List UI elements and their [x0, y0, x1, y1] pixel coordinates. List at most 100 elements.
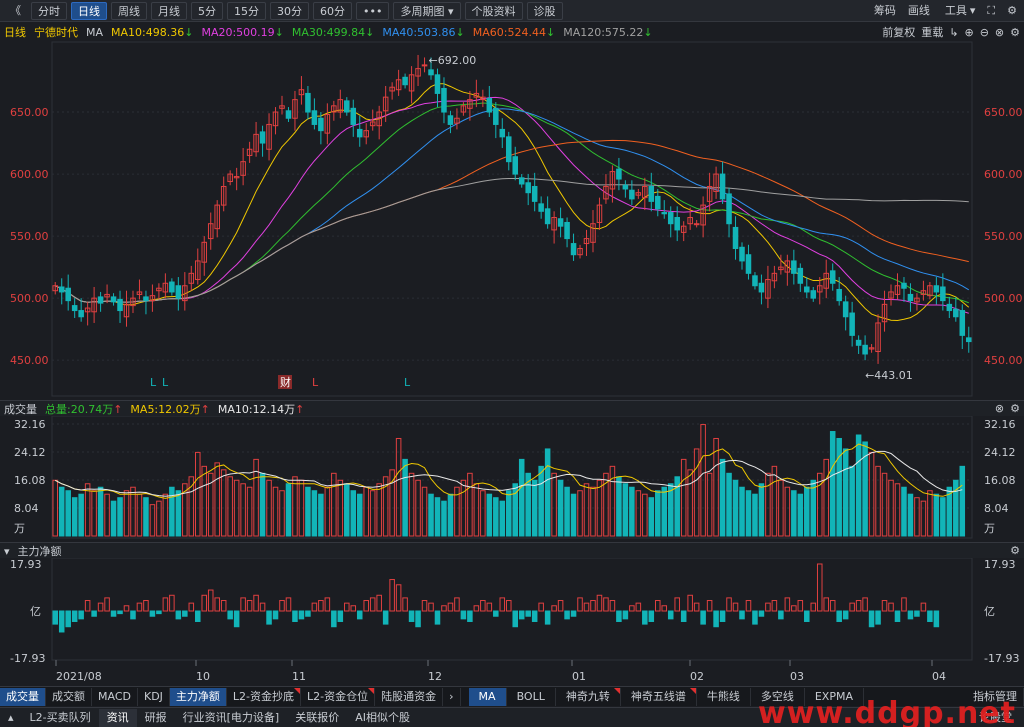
- overlay-tab-2[interactable]: 神奇九转: [556, 687, 621, 706]
- candlestick-chart[interactable]: 650.00 650.00 600.00 600.00 550.00 550.00 500.…: [0, 40, 1024, 400]
- volume-chart[interactable]: 32.16 32.16 24.12 24.12 16.08 16.08 8.04 8.04 万 万: [0, 416, 1024, 540]
- bottom-tab-0[interactable]: L2-买卖队列: [22, 709, 99, 727]
- flow-bar: [363, 600, 369, 612]
- settings-icon[interactable]: ⚙: [1010, 26, 1020, 39]
- volume-tick-right: 8.04: [984, 502, 1009, 515]
- flow-bar: [71, 610, 78, 622]
- adjust-button[interactable]: 前复权: [882, 24, 915, 40]
- event-marker[interactable]: L: [404, 376, 411, 389]
- period-button-0[interactable]: 分时: [31, 1, 67, 20]
- close-icon[interactable]: ⊗: [995, 402, 1004, 415]
- period-button-6[interactable]: 30分: [270, 1, 309, 20]
- settings-icon[interactable]: ⚙: [1010, 402, 1020, 415]
- flow-bar: [97, 602, 104, 612]
- collapse-icon[interactable]: ▾: [4, 545, 10, 558]
- flow-bar: [415, 610, 421, 628]
- toolbar-right: 筹码 画线 工具 ▾ ⛶ ⚙: [871, 2, 1020, 20]
- stock-info-button[interactable]: 个股资料: [464, 1, 523, 20]
- volume-bar: [331, 472, 337, 537]
- chevron-down-icon: ▾: [447, 4, 454, 18]
- volume-bar: [745, 490, 752, 537]
- fullscreen-icon[interactable]: ⛶: [984, 2, 998, 20]
- event-marker[interactable]: 财: [280, 375, 291, 389]
- indicator-tab-4[interactable]: 主力净额: [169, 687, 227, 706]
- indicator-tab-1[interactable]: 成交额: [46, 687, 92, 706]
- flow-bar: [564, 610, 570, 620]
- flow-bar: [156, 610, 162, 615]
- flow-bar: [285, 597, 292, 612]
- volume-bar: [143, 497, 149, 537]
- multi-period-dropdown[interactable]: 多周期图 ▾: [393, 1, 461, 20]
- flow-bar: [473, 605, 480, 612]
- settings-icon[interactable]: ⚙: [1004, 2, 1020, 20]
- ma-value: MA20:500.19: [201, 25, 275, 39]
- flow-bar: [65, 610, 71, 628]
- candle-body: [940, 286, 946, 302]
- close-icon[interactable]: ⊗: [995, 26, 1004, 39]
- candle-body: [693, 223, 700, 226]
- collapse-bottom-icon[interactable]: ▴: [0, 709, 22, 727]
- zoom-in-icon[interactable]: ⊕: [964, 26, 973, 39]
- indicator-tab-2[interactable]: MACD: [92, 687, 138, 706]
- candle-body: [829, 270, 836, 284]
- down-arrow-icon: ↓: [365, 25, 375, 39]
- event-marker[interactable]: L: [312, 376, 319, 389]
- period-button-5[interactable]: 15分: [227, 1, 266, 20]
- flow-bar: [823, 597, 829, 612]
- flow-bar: [117, 610, 123, 615]
- indicator-tab-0[interactable]: 成交量: [0, 687, 46, 706]
- indicator-tab-6[interactable]: L2-资金仓位: [301, 687, 376, 706]
- price-tick-right: 600.00: [984, 168, 1023, 181]
- bottom-tab-3[interactable]: 行业资讯[电力设备]: [175, 709, 288, 727]
- candle-body: [855, 339, 862, 346]
- zoom-out-icon[interactable]: ⊖: [980, 26, 989, 39]
- indicator-tab-3[interactable]: KDJ: [138, 687, 170, 706]
- overlay-tab-4[interactable]: 牛熊线: [697, 687, 751, 706]
- indicator-tab-7[interactable]: 陆股通资金: [375, 687, 444, 706]
- flow-title: 主力净额: [17, 545, 62, 558]
- diagnose-button[interactable]: 诊股: [526, 1, 563, 20]
- period-button-3[interactable]: 月线: [151, 1, 187, 20]
- volume-bar: [149, 504, 156, 537]
- chip-button[interactable]: 筹码: [871, 2, 899, 20]
- bottom-tab-2[interactable]: 研报: [137, 709, 175, 727]
- ma-label[interactable]: MA: [86, 26, 103, 39]
- candle-body: [667, 212, 674, 225]
- indicator-tabs: 成交量 成交额 MACD KDJ 主力净额 L2-资金抄底 L2-资金仓位 陆股通资金: [0, 687, 444, 706]
- bottom-tab-1[interactable]: 资讯: [98, 708, 137, 727]
- remove-icon[interactable]: ↳: [949, 26, 958, 39]
- period-button-2[interactable]: 周线: [111, 1, 147, 20]
- back-button[interactable]: 《: [4, 2, 27, 20]
- bottom-tab-5[interactable]: AI相似个股: [347, 709, 418, 727]
- period-group: 分时 日线 周线 月线 5分 15分 30分 60分: [27, 1, 352, 20]
- candle-body: [564, 221, 570, 240]
- stock-name: 宁德时代: [34, 26, 78, 39]
- candle-body: [71, 305, 78, 312]
- flow-bar: [454, 597, 460, 612]
- main-flow-chart[interactable]: 17.93 17.93 亿 亿 -17.93 -17.93 2021/08 10 11 12 01…: [0, 558, 1024, 686]
- price-tick-left: 600.00: [10, 168, 49, 181]
- next-tabs-icon[interactable]: ›: [443, 687, 461, 706]
- draw-line-button[interactable]: 画线: [905, 2, 933, 20]
- candle-body: [655, 195, 661, 210]
- tools-button[interactable]: 工具 ▾: [939, 2, 979, 20]
- period-button-7[interactable]: 60分: [313, 1, 352, 20]
- overlay-button[interactable]: 重载: [921, 24, 943, 40]
- flow-bar: [661, 605, 668, 612]
- event-marker[interactable]: L: [150, 376, 157, 389]
- indicator-tab-5[interactable]: L2-资金抄底: [227, 687, 302, 706]
- more-button[interactable]: •••: [356, 1, 390, 20]
- flow-bar: [84, 600, 91, 612]
- bottom-tab-4[interactable]: 关联报价: [287, 709, 347, 727]
- settings-icon[interactable]: ⚙: [1010, 544, 1020, 557]
- candle-body: [117, 298, 123, 312]
- period-button-4[interactable]: 5分: [191, 1, 223, 20]
- period-button-1[interactable]: 日线: [71, 1, 107, 20]
- overlay-tab-1[interactable]: BOLL: [507, 687, 556, 706]
- flow-bar: [421, 600, 428, 612]
- event-marker[interactable]: L: [162, 376, 169, 389]
- volume-bar: [505, 490, 512, 537]
- overlay-tab-3[interactable]: 神奇五线谱: [621, 687, 697, 706]
- flow-bar: [616, 610, 622, 622]
- overlay-tab-0[interactable]: MA: [468, 687, 507, 706]
